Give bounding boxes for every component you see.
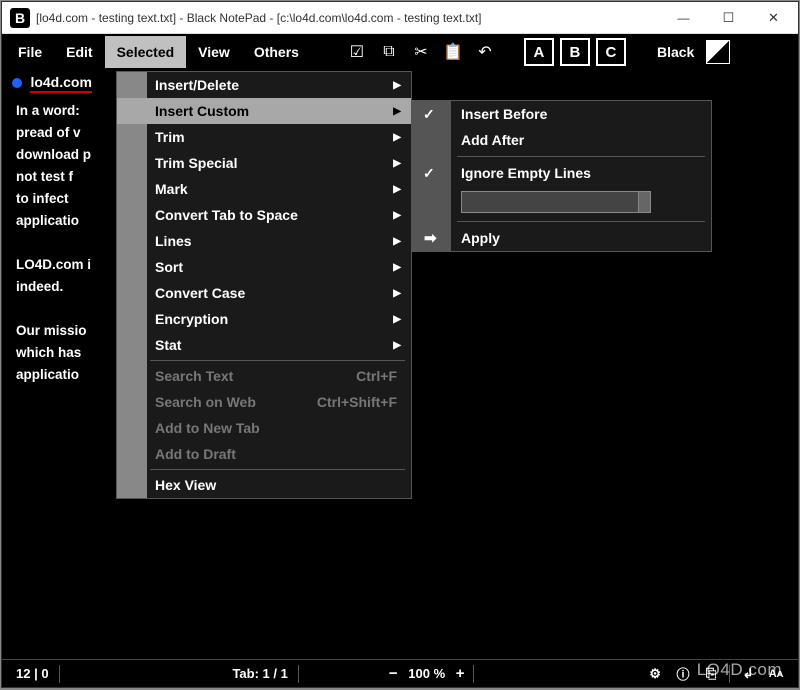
menu-item-add-new-tab: Add to New Tab — [117, 415, 411, 441]
pin-icon[interactable]: ⎘ — [701, 664, 721, 684]
custom-text-input[interactable] — [461, 191, 651, 213]
menu-file[interactable]: File — [6, 36, 54, 68]
submenu-apply[interactable]: ➡ Apply — [413, 225, 711, 251]
app-icon: B — [10, 8, 30, 28]
chevron-right-icon: ▶ — [393, 314, 401, 325]
status-bar: 12 | 0 Tab: 1 / 1 − 100 % + ⚙ ⓘ ⎘ ↲ Aᴀ — [2, 659, 798, 687]
menu-item-stat[interactable]: Stat▶ — [117, 332, 411, 358]
submenu-ignore-empty[interactable]: ✓ Ignore Empty Lines — [413, 160, 711, 186]
key-a-button[interactable]: A — [524, 38, 554, 66]
menu-bar: File Edit Selected View Others ☑ ⧉ ✂ 📋 ↶… — [2, 34, 798, 70]
menu-item-convert-case[interactable]: Convert Case▶ — [117, 280, 411, 306]
key-c-button[interactable]: C — [596, 38, 626, 66]
key-b-button[interactable]: B — [560, 38, 590, 66]
menu-item-search-text: Search TextCtrl+F — [117, 363, 411, 389]
theme-swatch-icon[interactable] — [706, 40, 730, 64]
title-bar: B [lo4d.com - testing text.txt] - Black … — [2, 2, 798, 34]
tab-indicator: Tab: 1 / 1 — [226, 666, 293, 681]
menu-others[interactable]: Others — [242, 36, 311, 68]
submenu-input-row — [413, 186, 711, 218]
chevron-right-icon: ▶ — [393, 210, 401, 221]
font-case-icon[interactable]: Aᴀ — [766, 664, 786, 684]
menu-item-trim[interactable]: Trim▶ — [117, 124, 411, 150]
cut-icon[interactable]: ✂ — [409, 40, 433, 64]
theme-label[interactable]: Black — [657, 44, 694, 60]
submenu-separator — [457, 156, 705, 157]
submenu-insert-before[interactable]: ✓ Insert Before — [413, 101, 711, 127]
gear-icon[interactable]: ⚙ — [645, 664, 665, 684]
menu-item-insert-custom[interactable]: Insert Custom▶ — [117, 98, 411, 124]
menu-item-sort[interactable]: Sort▶ — [117, 254, 411, 280]
chevron-right-icon: ▶ — [393, 132, 401, 143]
zoom-in-button[interactable]: + — [451, 665, 469, 682]
menu-item-search-web: Search on WebCtrl+Shift+F — [117, 389, 411, 415]
chevron-right-icon: ▶ — [393, 80, 401, 91]
menu-item-hex-view[interactable]: Hex View — [117, 472, 411, 498]
tab-name[interactable]: lo4d.com — [30, 74, 91, 93]
undo-icon[interactable]: ↶ — [473, 40, 497, 64]
selected-menu-dropdown: Insert/Delete▶ Insert Custom▶ Trim▶ Trim… — [116, 71, 412, 499]
minimize-button[interactable] — [661, 3, 706, 33]
chevron-right-icon: ▶ — [393, 236, 401, 247]
arrow-right-icon: ➡ — [424, 229, 437, 247]
chevron-right-icon: ▶ — [393, 184, 401, 195]
chevron-right-icon: ▶ — [393, 106, 401, 117]
checkbox-icon[interactable]: ☑ — [345, 40, 369, 64]
menu-item-convert-tab[interactable]: Convert Tab to Space▶ — [117, 202, 411, 228]
menu-item-lines[interactable]: Lines▶ — [117, 228, 411, 254]
menu-item-mark[interactable]: Mark▶ — [117, 176, 411, 202]
maximize-button[interactable] — [706, 3, 751, 33]
submenu-add-after[interactable]: Add After — [413, 127, 711, 153]
tab-bar: lo4d.com — [12, 74, 92, 92]
close-button[interactable] — [751, 3, 796, 33]
text-wrap-icon[interactable]: ↲ — [738, 664, 758, 684]
info-icon[interactable]: ⓘ — [673, 664, 693, 684]
menu-item-add-draft: Add to Draft — [117, 441, 411, 467]
insert-custom-submenu: ✓ Insert Before Add After ✓ Ignore Empty… — [412, 100, 712, 252]
tab-modified-icon — [12, 78, 22, 88]
window-title: [lo4d.com - testing text.txt] - Black No… — [36, 11, 661, 25]
chevron-right-icon: ▶ — [393, 158, 401, 169]
menu-separator — [150, 360, 405, 361]
check-icon: ✓ — [423, 165, 435, 182]
dropdown-handle-icon[interactable] — [638, 192, 650, 212]
menu-edit[interactable]: Edit — [54, 36, 104, 68]
paste-icon[interactable]: 📋 — [441, 40, 465, 64]
copy-icon[interactable]: ⧉ — [377, 40, 401, 64]
check-icon: ✓ — [423, 106, 435, 123]
cursor-position: 12 | 0 — [10, 666, 55, 681]
chevron-right-icon: ▶ — [393, 340, 401, 351]
menu-item-insert-delete[interactable]: Insert/Delete▶ — [117, 72, 411, 98]
menu-selected[interactable]: Selected — [105, 36, 187, 68]
menu-item-trim-special[interactable]: Trim Special▶ — [117, 150, 411, 176]
menu-separator — [150, 469, 405, 470]
chevron-right-icon: ▶ — [393, 288, 401, 299]
zoom-out-button[interactable]: − — [384, 665, 402, 682]
menu-view[interactable]: View — [186, 36, 242, 68]
submenu-separator — [457, 221, 705, 222]
chevron-right-icon: ▶ — [393, 262, 401, 273]
menu-item-encryption[interactable]: Encryption▶ — [117, 306, 411, 332]
zoom-level: 100 % — [402, 666, 451, 681]
